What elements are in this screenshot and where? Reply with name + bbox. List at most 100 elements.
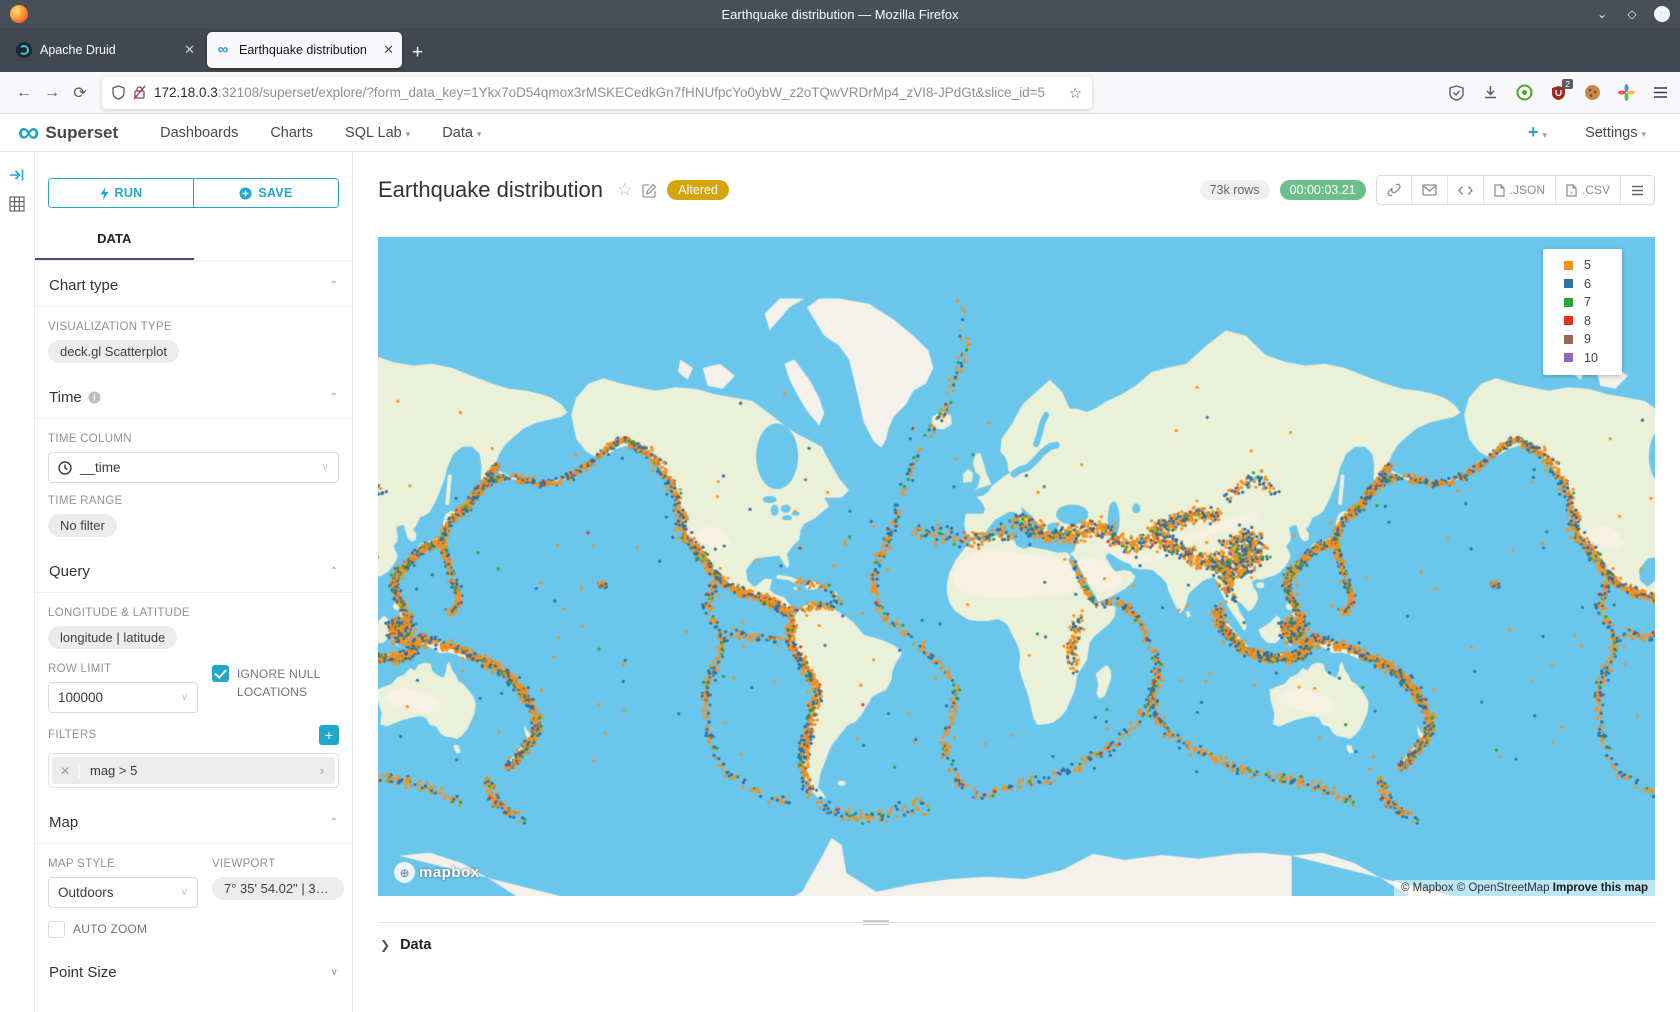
panel-drag-handle[interactable] bbox=[863, 918, 889, 927]
ublock-icon[interactable]: 2 bbox=[1548, 83, 1568, 103]
remove-filter-icon[interactable]: ✕ bbox=[52, 764, 80, 778]
tracking-shield-icon[interactable] bbox=[112, 85, 125, 100]
caret-down-icon: ▾ bbox=[477, 129, 482, 139]
section-query-header[interactable]: Query⌃ bbox=[35, 547, 352, 592]
add-filter-button[interactable]: + bbox=[319, 725, 339, 745]
legend-label: 5 bbox=[1584, 258, 1591, 272]
export-json-button[interactable]: .JSON bbox=[1483, 176, 1555, 204]
row-limit-select[interactable]: 100000∨ bbox=[48, 682, 198, 713]
chevron-up-icon: ⌃ bbox=[330, 566, 338, 577]
tab-earthquake-distribution[interactable]: ∞ Earthquake distribution ✕ bbox=[207, 32, 402, 68]
open-filter-icon[interactable]: › bbox=[309, 763, 335, 778]
map-style-select[interactable]: Outdoors∨ bbox=[48, 877, 198, 908]
legend-swatch-icon bbox=[1564, 279, 1573, 288]
reload-icon[interactable]: ⟳ bbox=[66, 79, 94, 107]
back-icon[interactable]: ← bbox=[10, 79, 38, 107]
section-point-size-header[interactable]: Point Size∨ bbox=[35, 948, 352, 993]
tab-title: Earthquake distribution bbox=[239, 43, 375, 57]
tab-close-icon[interactable]: ✕ bbox=[184, 42, 195, 58]
superset-logo[interactable]: ∞ Superset bbox=[18, 120, 118, 146]
embed-code-button[interactable] bbox=[1447, 176, 1483, 204]
run-button[interactable]: RUN bbox=[49, 179, 193, 207]
nav-dashboards[interactable]: Dashboards bbox=[144, 125, 254, 141]
extension-green-icon[interactable] bbox=[1514, 83, 1534, 103]
tab-data[interactable]: DATA bbox=[35, 220, 194, 260]
expand-panel-icon[interactable] bbox=[9, 168, 25, 182]
results-panel: ❯ Data bbox=[378, 922, 1655, 967]
legend-item[interactable]: 5 bbox=[1564, 258, 1622, 272]
chevron-down-icon: ∨ bbox=[181, 887, 188, 898]
chevron-up-icon: ⌃ bbox=[330, 817, 338, 828]
edit-properties-icon[interactable] bbox=[642, 183, 657, 198]
section-time-header[interactable]: Time i ⌃ bbox=[35, 373, 352, 418]
tab-apache-druid[interactable]: Apache Druid ✕ bbox=[8, 32, 203, 68]
tab-title: Apache Druid bbox=[40, 43, 176, 57]
deckgl-map[interactable]: 5 6 7 8 9 10 ⊕ mapbox © Mapbox © OpenStreetMa… bbox=[378, 237, 1655, 896]
nav-charts[interactable]: Charts bbox=[254, 125, 329, 141]
legend-item[interactable]: 6 bbox=[1564, 277, 1622, 291]
export-csv-button[interactable]: x.CSV bbox=[1555, 176, 1620, 204]
pinwheel-extension-icon[interactable] bbox=[1616, 83, 1636, 103]
legend-item[interactable]: 9 bbox=[1564, 332, 1622, 346]
settings-menu[interactable]: Settings▾ bbox=[1569, 125, 1662, 141]
druid-favicon-icon bbox=[16, 42, 32, 58]
superset-navbar: ∞ Superset Dashboards Charts SQL Lab▾ Da… bbox=[0, 114, 1680, 152]
legend-swatch-icon bbox=[1564, 335, 1573, 344]
filter-item[interactable]: ✕ mag > 5 › bbox=[52, 757, 335, 784]
legend-swatch-icon bbox=[1564, 316, 1573, 325]
maximize-icon[interactable]: ◇ bbox=[1624, 6, 1640, 22]
legend-item[interactable]: 10 bbox=[1564, 351, 1622, 365]
download-icon[interactable] bbox=[1480, 83, 1500, 103]
legend-item[interactable]: 8 bbox=[1564, 314, 1622, 328]
section-point-size: Point Size∨ bbox=[35, 948, 352, 993]
time-column-select[interactable]: __time∨ bbox=[48, 452, 339, 483]
time-column-label: TIME COLUMN bbox=[48, 433, 339, 445]
time-range-value[interactable]: No filter bbox=[48, 514, 117, 537]
forward-icon[interactable]: → bbox=[38, 79, 66, 107]
nav-data[interactable]: Data▾ bbox=[426, 125, 497, 141]
legend-label: 6 bbox=[1584, 277, 1591, 291]
copy-link-button[interactable] bbox=[1377, 176, 1411, 204]
chevron-down-icon: ∨ bbox=[331, 967, 338, 978]
add-new-button[interactable]: +▾ bbox=[1528, 122, 1547, 143]
auto-zoom-checkbox[interactable] bbox=[48, 921, 65, 938]
pocket-shield-icon[interactable] bbox=[1446, 83, 1466, 103]
lonlat-value[interactable]: longitude | latitude bbox=[48, 626, 177, 649]
chevron-up-icon: ⌃ bbox=[330, 280, 338, 291]
section-map-header[interactable]: Map⌃ bbox=[35, 798, 352, 843]
ignore-null-checkbox[interactable] bbox=[212, 665, 229, 682]
data-collapse-row[interactable]: ❯ Data bbox=[380, 937, 1653, 953]
save-button[interactable]: SAVE bbox=[193, 179, 338, 207]
viz-type-value[interactable]: deck.gl Scatterplot bbox=[48, 340, 179, 363]
ignore-null-label: IGNORE NULL LOCATIONS bbox=[237, 665, 337, 701]
chart-title: Earthquake distribution bbox=[378, 177, 603, 203]
minimize-icon[interactable]: ⌄ bbox=[1594, 6, 1610, 22]
legend-swatch-icon bbox=[1564, 261, 1573, 270]
tab-close-icon[interactable]: ✕ bbox=[383, 42, 394, 58]
attribution-text[interactable]: © Mapbox © OpenStreetMap bbox=[1401, 882, 1553, 894]
mapbox-logo[interactable]: ⊕ mapbox bbox=[394, 862, 480, 883]
dataset-grid-icon[interactable] bbox=[9, 196, 25, 212]
legend-swatch-icon bbox=[1564, 353, 1573, 362]
url-bar[interactable]: 172.18.0.3:32108/superset/explore/?form_… bbox=[102, 77, 1092, 109]
insecure-lock-icon[interactable] bbox=[133, 85, 146, 100]
new-tab-button[interactable]: + bbox=[412, 42, 423, 64]
time-range-label: TIME RANGE bbox=[48, 495, 339, 507]
legend-item[interactable]: 7 bbox=[1564, 295, 1622, 309]
more-options-icon[interactable] bbox=[1620, 176, 1654, 204]
close-icon[interactable]: ✕ bbox=[1654, 6, 1670, 22]
nav-sql-lab[interactable]: SQL Lab▾ bbox=[329, 125, 426, 141]
email-button[interactable] bbox=[1411, 176, 1447, 204]
cookie-icon[interactable] bbox=[1582, 83, 1602, 103]
map-canvas[interactable] bbox=[378, 237, 1655, 896]
bookmark-star-icon[interactable]: ☆ bbox=[1069, 84, 1082, 102]
menu-icon[interactable] bbox=[1650, 83, 1670, 103]
section-chart-type-header[interactable]: Chart type⌃ bbox=[35, 261, 352, 306]
favorite-star-icon[interactable]: ☆ bbox=[617, 180, 632, 200]
chevron-down-icon: ∨ bbox=[322, 462, 329, 473]
improve-map-link[interactable]: Improve this map bbox=[1553, 882, 1648, 894]
legend-label: 7 bbox=[1584, 295, 1591, 309]
window-titlebar: Earthquake distribution — Mozilla Firefo… bbox=[0, 0, 1680, 28]
map-style-label: MAP STYLE bbox=[48, 858, 198, 870]
viewport-value[interactable]: 7° 35' 54.02" | 31... bbox=[212, 877, 344, 900]
